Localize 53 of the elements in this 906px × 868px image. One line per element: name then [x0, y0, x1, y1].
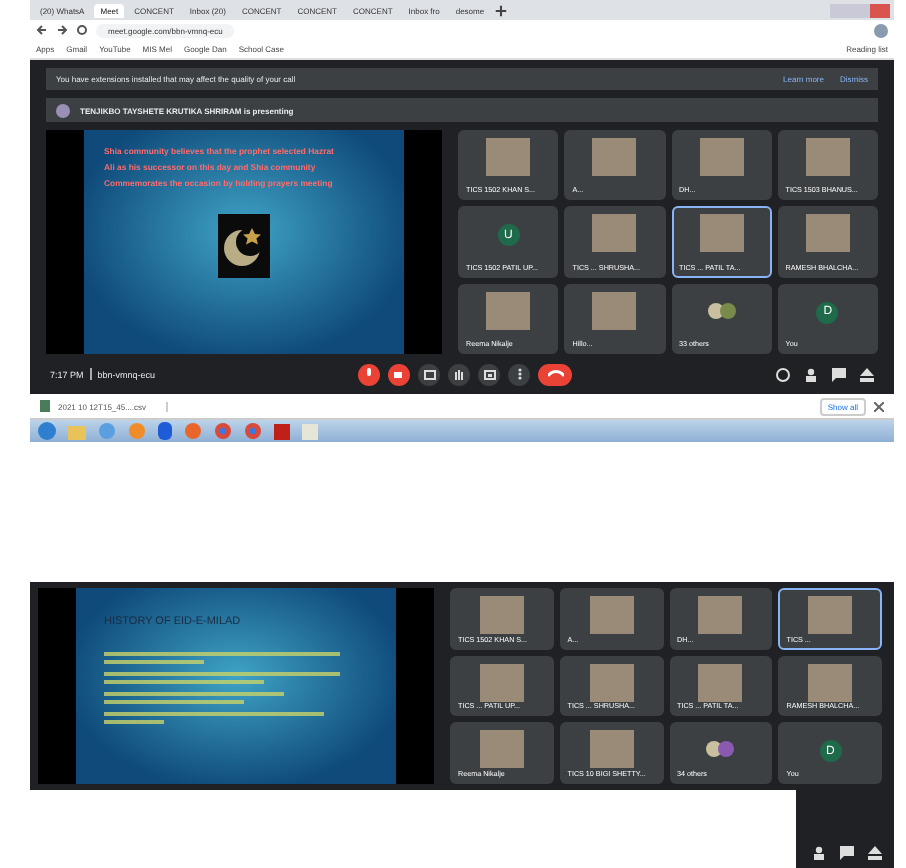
close-icon[interactable]: [874, 401, 884, 411]
window-controls-icon[interactable]: [830, 3, 890, 17]
more-vertical-icon: [517, 368, 522, 380]
present-button[interactable]: [478, 363, 501, 385]
activities-icon[interactable]: [860, 367, 874, 381]
photo-placeholder: [589, 663, 634, 702]
forward-icon[interactable]: [56, 24, 68, 36]
photo-placeholder: [808, 596, 853, 634]
end-call-button[interactable]: [538, 363, 573, 385]
photo-placeholder: [479, 730, 524, 769]
more-options-button[interactable]: [508, 363, 531, 385]
photo-placeholder: [592, 291, 637, 330]
photo-placeholder: [699, 214, 744, 253]
people-icon[interactable]: [812, 846, 826, 860]
raise-hand-button[interactable]: [448, 363, 471, 385]
photo-placeholder: [592, 138, 637, 176]
present-screen-icon: [483, 369, 496, 379]
photo-placeholder: [699, 138, 744, 176]
captions-button[interactable]: [418, 363, 441, 385]
hand-icon: [454, 368, 465, 380]
chat-icon[interactable]: [840, 846, 854, 860]
activities-icon[interactable]: [868, 846, 882, 860]
photo-placeholder: [592, 214, 637, 253]
reload-icon[interactable]: [76, 24, 88, 36]
photo-placeholder: [698, 663, 743, 702]
chat-icon[interactable]: [832, 367, 846, 381]
photo-placeholder: [486, 138, 531, 176]
plus-icon[interactable]: [494, 3, 509, 17]
avatar-group-icon: [704, 740, 737, 759]
captions-icon: [423, 369, 436, 379]
avatar-group-icon: [705, 301, 738, 320]
profile-avatar-icon[interactable]: [874, 23, 888, 37]
start-button-icon[interactable]: [38, 422, 56, 440]
photo-placeholder: [808, 663, 853, 702]
microphone-icon: [364, 368, 375, 380]
photo-placeholder: [805, 138, 850, 176]
photo-placeholder: [479, 596, 524, 634]
people-icon[interactable]: [804, 367, 818, 381]
photo-placeholder: [698, 596, 743, 634]
photo-placeholder: [486, 291, 531, 330]
microphone-button[interactable]: [358, 363, 381, 385]
phone-hangup-icon: [547, 370, 564, 378]
photo-placeholder: [479, 663, 524, 702]
camera-button[interactable]: [388, 363, 411, 385]
back-icon[interactable]: [36, 24, 48, 36]
crescent-star-drawing: [218, 214, 270, 278]
info-icon[interactable]: [776, 367, 790, 381]
photo-placeholder: [805, 214, 850, 253]
file-icon: [40, 400, 50, 412]
avatar-icon: [56, 103, 70, 117]
photo-placeholder: [589, 730, 634, 769]
photo-placeholder: [589, 596, 634, 634]
camera-icon: [393, 369, 406, 379]
